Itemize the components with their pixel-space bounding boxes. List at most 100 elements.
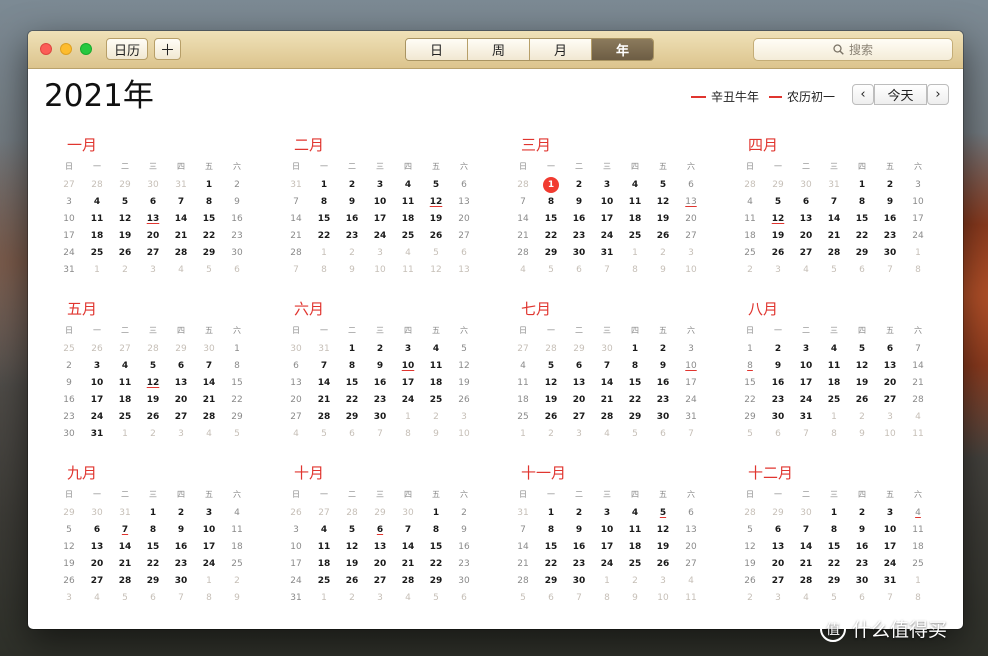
day-cell[interactable]: 8 xyxy=(310,262,338,278)
day-cell[interactable]: 7 xyxy=(366,426,394,442)
day-cell[interactable]: 24 xyxy=(677,392,705,408)
day-cell[interactable]: 11 xyxy=(223,522,251,538)
day-cell[interactable]: 1 xyxy=(537,505,565,521)
day-cell[interactable]: 27 xyxy=(167,409,195,425)
day-cell[interactable]: 6 xyxy=(282,358,310,374)
day-cell[interactable]: 7 xyxy=(792,522,820,538)
day-cell[interactable]: 29 xyxy=(167,341,195,357)
day-cell[interactable]: 25 xyxy=(310,573,338,589)
day-cell[interactable]: 28 xyxy=(792,573,820,589)
day-cell[interactable]: 25 xyxy=(111,409,139,425)
day-cell[interactable]: 5 xyxy=(195,262,223,278)
day-cell[interactable]: 5 xyxy=(537,262,565,278)
day-cell[interactable]: 23 xyxy=(764,392,792,408)
day-cell[interactable]: 28 xyxy=(167,245,195,261)
day-cell[interactable]: 25 xyxy=(621,228,649,244)
day-cell[interactable]: 11 xyxy=(820,358,848,374)
day-cell[interactable]: 23 xyxy=(167,556,195,572)
day-cell[interactable]: 3 xyxy=(195,505,223,521)
day-cell[interactable]: 15 xyxy=(621,375,649,391)
add-event-button[interactable]: ＋ xyxy=(154,38,181,60)
day-cell[interactable]: 15 xyxy=(422,539,450,555)
day-cell[interactable]: 8 xyxy=(820,522,848,538)
day-cell[interactable]: 30 xyxy=(593,341,621,357)
day-cell[interactable]: 19 xyxy=(649,211,677,227)
day-cell[interactable]: 13 xyxy=(139,211,167,227)
day-cell[interactable]: 7 xyxy=(195,358,223,374)
day-cell[interactable]: 3 xyxy=(55,194,83,210)
day-cell[interactable]: 9 xyxy=(366,358,394,374)
day-cell[interactable]: 16 xyxy=(223,211,251,227)
day-cell[interactable]: 16 xyxy=(55,392,83,408)
day-cell[interactable]: 18 xyxy=(310,556,338,572)
day-cell[interactable]: 11 xyxy=(904,522,932,538)
day-cell[interactable]: 3 xyxy=(876,505,904,521)
day-cell[interactable]: 3 xyxy=(792,341,820,357)
day-cell[interactable]: 20 xyxy=(764,556,792,572)
day-cell[interactable]: 29 xyxy=(764,505,792,521)
day-cell[interactable]: 3 xyxy=(904,177,932,193)
day-cell[interactable]: 9 xyxy=(764,358,792,374)
day-cell[interactable]: 14 xyxy=(509,211,537,227)
day-cell[interactable]: 10 xyxy=(593,194,621,210)
day-cell[interactable]: 30 xyxy=(848,573,876,589)
day-cell[interactable]: 21 xyxy=(167,228,195,244)
day-cell[interactable]: 3 xyxy=(366,245,394,261)
day-cell[interactable]: 27 xyxy=(111,341,139,357)
day-cell[interactable]: 14 xyxy=(282,211,310,227)
day-cell[interactable]: 1 xyxy=(310,245,338,261)
day-cell[interactable]: 20 xyxy=(677,539,705,555)
day-cell[interactable]: 13 xyxy=(677,522,705,538)
day-cell[interactable]: 19 xyxy=(848,375,876,391)
day-cell[interactable]: 18 xyxy=(621,211,649,227)
day-cell[interactable]: 30 xyxy=(565,573,593,589)
day-cell[interactable]: 17 xyxy=(394,375,422,391)
day-cell[interactable]: 2 xyxy=(736,590,764,606)
day-cell[interactable]: 10 xyxy=(593,522,621,538)
day-cell[interactable]: 1 xyxy=(310,177,338,193)
day-cell[interactable]: 30 xyxy=(394,505,422,521)
day-cell[interactable]: 22 xyxy=(422,556,450,572)
day-cell[interactable]: 17 xyxy=(593,211,621,227)
day-cell[interactable]: 13 xyxy=(167,375,195,391)
day-cell[interactable]: 22 xyxy=(736,392,764,408)
day-cell[interactable]: 14 xyxy=(593,375,621,391)
day-cell[interactable]: 14 xyxy=(904,358,932,374)
day-cell[interactable]: 7 xyxy=(876,590,904,606)
day-cell[interactable]: 17 xyxy=(677,375,705,391)
day-cell[interactable]: 8 xyxy=(422,522,450,538)
month-title[interactable]: 五月 xyxy=(67,299,97,319)
day-cell[interactable]: 11 xyxy=(394,194,422,210)
day-cell[interactable]: 30 xyxy=(83,505,111,521)
day-cell[interactable]: 30 xyxy=(764,409,792,425)
day-cell[interactable]: 17 xyxy=(593,539,621,555)
minimize-button[interactable] xyxy=(60,43,72,55)
day-cell[interactable]: 4 xyxy=(509,262,537,278)
day-cell[interactable]: 7 xyxy=(167,590,195,606)
day-cell[interactable]: 13 xyxy=(677,194,705,210)
day-cell[interactable]: 12 xyxy=(422,262,450,278)
day-cell[interactable]: 23 xyxy=(565,556,593,572)
day-cell[interactable]: 10 xyxy=(649,590,677,606)
day-cell[interactable]: 9 xyxy=(422,426,450,442)
day-cell[interactable]: 18 xyxy=(83,228,111,244)
day-cell[interactable]: 10 xyxy=(876,426,904,442)
day-cell[interactable]: 2 xyxy=(366,341,394,357)
day-cell[interactable]: 31 xyxy=(820,177,848,193)
day-cell[interactable]: 28 xyxy=(394,573,422,589)
day-cell[interactable]: 18 xyxy=(111,392,139,408)
day-cell[interactable]: 3 xyxy=(139,262,167,278)
day-cell[interactable]: 20 xyxy=(565,392,593,408)
day-cell[interactable]: 27 xyxy=(677,556,705,572)
day-cell[interactable]: 4 xyxy=(593,426,621,442)
day-cell[interactable]: 2 xyxy=(848,409,876,425)
day-cell[interactable]: 22 xyxy=(223,392,251,408)
day-cell[interactable]: 14 xyxy=(792,539,820,555)
day-cell[interactable]: 24 xyxy=(792,392,820,408)
day-cell[interactable]: 24 xyxy=(195,556,223,572)
day-cell[interactable]: 2 xyxy=(649,245,677,261)
day-cell[interactable]: 25 xyxy=(621,556,649,572)
day-cell[interactable]: 16 xyxy=(565,539,593,555)
day-cell[interactable]: 28 xyxy=(310,409,338,425)
day-cell[interactable]: 16 xyxy=(366,375,394,391)
